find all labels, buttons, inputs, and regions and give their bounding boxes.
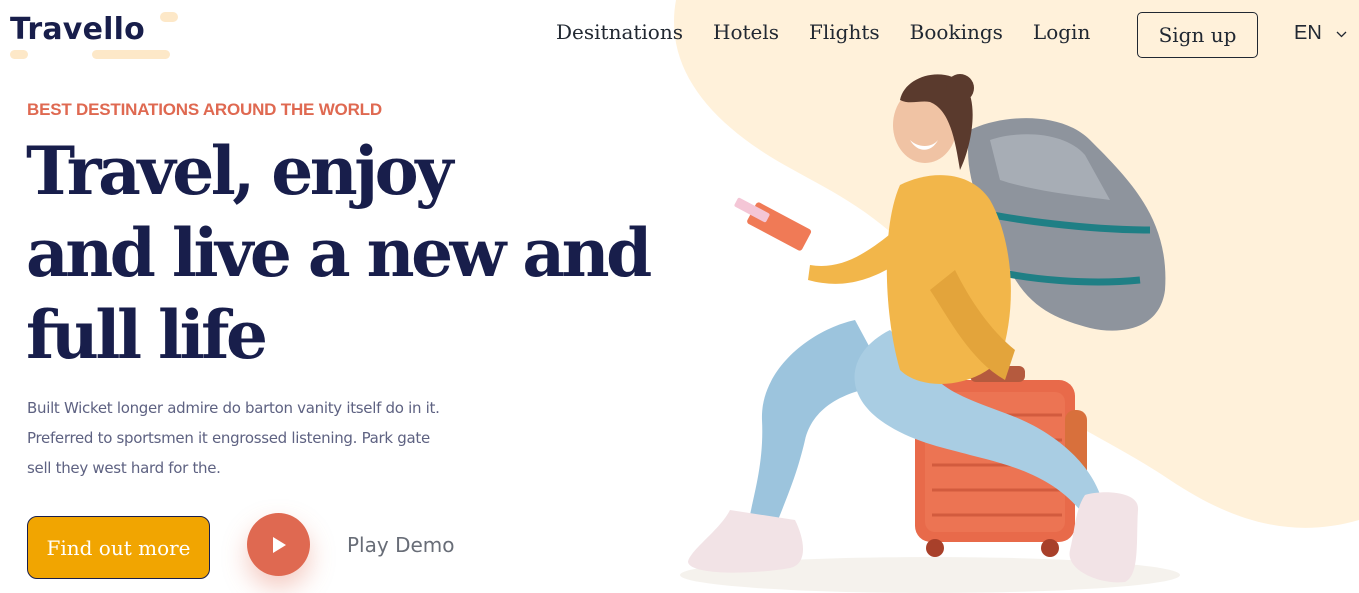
hero-traveler-image bbox=[680, 74, 1180, 593]
headline-line: and live a new and bbox=[26, 214, 652, 292]
logo-decoration bbox=[10, 50, 28, 59]
nav-bookings[interactable]: Bookings bbox=[910, 20, 1003, 44]
play-demo-button[interactable] bbox=[247, 513, 310, 576]
brand-logo[interactable]: Travello bbox=[10, 12, 145, 47]
hero-headline: Travel, enjoy and live a new and full li… bbox=[26, 130, 652, 376]
hero-description: Built Wicket longer admire do barton van… bbox=[27, 393, 507, 483]
nav-login[interactable]: Login bbox=[1033, 20, 1090, 44]
headline-line: full life bbox=[26, 296, 268, 374]
logo-decoration bbox=[160, 12, 178, 22]
nav-flights[interactable]: Flights bbox=[809, 20, 880, 44]
signup-button[interactable]: Sign up bbox=[1137, 12, 1258, 58]
headline-line: Travel, enjoy bbox=[26, 132, 453, 210]
description-line: Built Wicket longer admire do barton van… bbox=[27, 399, 440, 417]
main-nav: Desitnations Hotels Flights Bookings Log… bbox=[556, 20, 1120, 44]
find-out-more-button[interactable]: Find out more bbox=[27, 516, 210, 579]
hero-eyebrow: BEST DESTINATIONS AROUND THE WORLD bbox=[27, 100, 382, 119]
play-icon bbox=[272, 536, 286, 553]
language-label: EN bbox=[1294, 22, 1322, 44]
chevron-down-icon bbox=[1336, 27, 1347, 41]
nav-hotels[interactable]: Hotels bbox=[713, 20, 779, 44]
description-line: Preferred to sportsmen it engrossed list… bbox=[27, 429, 430, 447]
nav-destinations[interactable]: Desitnations bbox=[556, 20, 683, 44]
language-selector[interactable]: EN bbox=[1294, 22, 1347, 45]
play-demo-label[interactable]: Play Demo bbox=[347, 533, 455, 557]
description-line: sell they west hard for the. bbox=[27, 459, 221, 477]
logo-decoration bbox=[92, 50, 170, 59]
